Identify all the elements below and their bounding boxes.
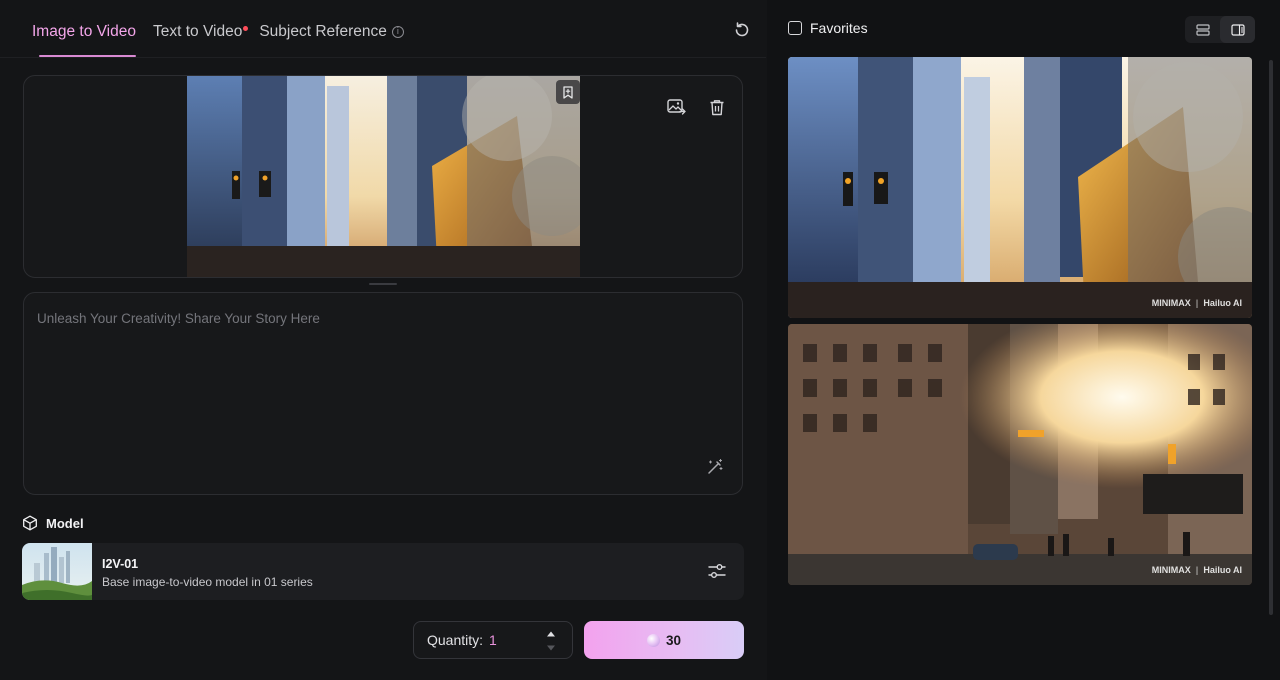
- model-section-header: Model: [22, 515, 84, 531]
- results-panel: Favorites MINIMAX | Hailuo AI MINIMAX | …: [767, 0, 1280, 680]
- watermark-hailuo: Hailuo AI: [1203, 565, 1242, 575]
- sidebar-view-icon: [1230, 23, 1245, 36]
- new-dot-badge: [243, 26, 249, 31]
- results-scrollbar[interactable]: [1269, 60, 1273, 615]
- replace-image-button[interactable]: [665, 96, 687, 118]
- image-upload-area[interactable]: [23, 75, 743, 278]
- model-selector-card[interactable]: I2V-01 Base image-to-video model in 01 s…: [22, 543, 744, 600]
- video-thumbnail: [788, 57, 1252, 318]
- tab-image-to-video[interactable]: Image to Video: [32, 23, 136, 41]
- resize-handle[interactable]: [369, 283, 397, 285]
- header-divider: [0, 57, 766, 58]
- bookmark-icon: [563, 85, 573, 99]
- uploaded-city-image: [187, 76, 580, 277]
- trash-icon: [710, 99, 724, 115]
- magic-wand-icon[interactable]: [706, 458, 724, 476]
- quantity-stepper[interactable]: Quantity: 1: [413, 621, 573, 659]
- credit-icon: [646, 633, 660, 647]
- video-result-card[interactable]: MINIMAX | Hailuo AI: [788, 57, 1252, 318]
- prompt-input[interactable]: [37, 311, 727, 451]
- sliders-icon[interactable]: [708, 562, 726, 580]
- tab-text-to-video-label: Text to Video: [152, 23, 243, 40]
- favorites-checkbox[interactable]: [788, 21, 802, 35]
- chevron-up-icon[interactable]: [546, 630, 556, 638]
- model-description: Base image-to-video model in 01 series: [102, 575, 313, 589]
- replace-image-icon: [666, 98, 686, 115]
- tab-subject-reference[interactable]: Subject Reference i: [259, 23, 404, 41]
- watermark-minimax: MINIMAX: [1151, 565, 1191, 575]
- delete-image-button[interactable]: [706, 96, 728, 118]
- prompt-area: [23, 292, 743, 495]
- mode-tabs: Image to Video Text to Video Subject Ref…: [32, 18, 404, 46]
- favorites-label: Favorites: [810, 20, 868, 36]
- tab-subject-reference-label: Subject Reference: [259, 23, 387, 40]
- video-watermark: MINIMAX | Hailuo AI: [1151, 565, 1242, 575]
- stepper-arrows: [546, 630, 556, 652]
- bookmark-button[interactable]: [556, 80, 580, 104]
- refresh-icon[interactable]: [732, 20, 752, 40]
- model-thumbnail: [22, 543, 92, 600]
- tab-text-to-video[interactable]: Text to Video: [152, 23, 249, 41]
- sidebar-view-button[interactable]: [1220, 16, 1255, 43]
- quantity-value[interactable]: 1: [489, 632, 497, 648]
- generate-cost: 30: [665, 632, 682, 648]
- creation-panel: Image to Video Text to Video Subject Ref…: [0, 0, 766, 680]
- view-mode-toggle: [1185, 16, 1255, 43]
- generate-button[interactable]: 30: [584, 621, 744, 659]
- video-watermark: MINIMAX | Hailuo AI: [1151, 298, 1242, 308]
- video-thumbnail: [788, 324, 1252, 585]
- list-view-icon: [1195, 23, 1210, 36]
- watermark-minimax: MINIMAX: [1151, 298, 1191, 308]
- model-name: I2V-01: [102, 557, 139, 571]
- quantity-label: Quantity:: [427, 632, 484, 648]
- watermark-hailuo: Hailuo AI: [1203, 298, 1242, 308]
- info-icon[interactable]: i: [391, 26, 404, 38]
- list-view-button[interactable]: [1185, 16, 1220, 43]
- model-section-label: Model: [46, 515, 84, 531]
- video-result-card[interactable]: MINIMAX | Hailuo AI: [788, 324, 1252, 585]
- chevron-down-icon[interactable]: [546, 644, 556, 652]
- favorites-filter[interactable]: Favorites: [788, 20, 868, 36]
- cube-icon: [23, 515, 37, 531]
